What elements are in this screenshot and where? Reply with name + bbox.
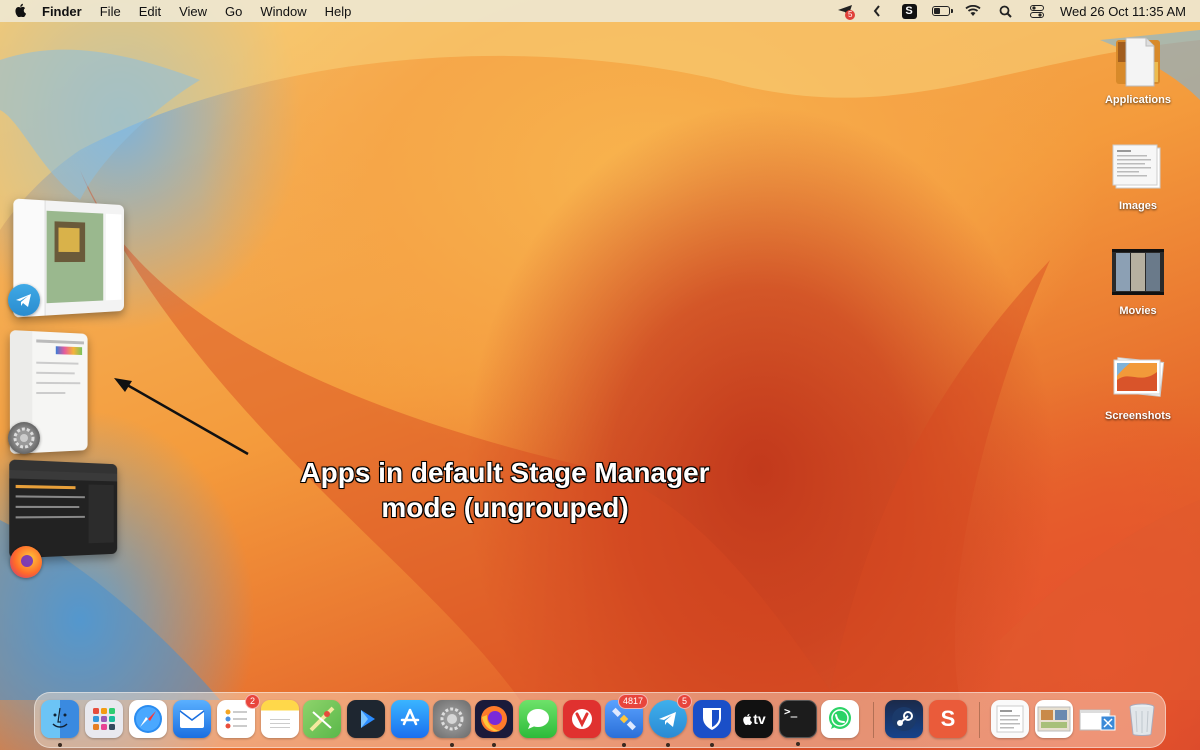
menu-file[interactable]: File [91, 4, 130, 19]
control-center-icon[interactable] [1028, 3, 1046, 19]
desktop-item-label: Screenshots [1104, 410, 1172, 422]
menu-bar: Finder File Edit View Go Window Help 5 S… [0, 0, 1200, 22]
reminders-badge: 2 [244, 694, 260, 709]
desktop-item-label: Images [1119, 200, 1157, 212]
stage-manager-telegram[interactable] [8, 198, 133, 320]
s-app-letter: S [901, 3, 917, 19]
launchpad-icon[interactable] [85, 700, 123, 738]
battery-icon[interactable] [932, 3, 954, 19]
trash-icon[interactable] [1123, 700, 1161, 738]
desktop-item-applications[interactable]: Applications [1095, 34, 1181, 106]
desktop-item-movies[interactable]: Movies [1095, 245, 1181, 317]
menu-edit[interactable]: Edit [130, 4, 170, 19]
desktop-item-screenshots[interactable]: Screenshots [1095, 350, 1181, 422]
wifi-icon[interactable] [964, 3, 982, 19]
whatsapp-icon[interactable] [821, 700, 859, 738]
desktop-item-images[interactable]: Images [1095, 140, 1181, 212]
annotation-arrow [114, 378, 249, 456]
finder-icon[interactable] [41, 700, 79, 747]
steam-icon[interactable] [885, 700, 923, 738]
stage-manager-firefox[interactable] [6, 459, 126, 580]
documents-stack-icon[interactable] [991, 700, 1029, 738]
s-app-letter: S [940, 706, 956, 731]
menu-view[interactable]: View [170, 4, 216, 19]
search-icon[interactable] [996, 3, 1014, 19]
menu-window[interactable]: Window [251, 4, 315, 19]
apple-logo-icon[interactable] [0, 3, 40, 20]
mail-icon[interactable] [173, 700, 211, 738]
screenshots-folder-icon [1110, 350, 1166, 406]
running-indicator [492, 743, 496, 747]
status-area: 5 S Wed 26 Oct 11:35 AM [836, 3, 1200, 20]
running-indicator [710, 743, 714, 747]
terminal-prompt: >_ [784, 705, 798, 718]
maps-icon[interactable] [303, 700, 341, 738]
messages-icon[interactable] [519, 700, 557, 738]
satellite-icon[interactable]: 4817 [605, 694, 648, 747]
paper-plane-status-icon[interactable]: 5 [836, 3, 856, 20]
system-settings-icon [8, 422, 40, 454]
document-folder-icon [1110, 34, 1166, 90]
terminal-icon[interactable]: >_ [779, 700, 817, 746]
running-indicator [666, 743, 670, 747]
desktop-item-label: Applications [1104, 94, 1171, 106]
chevron-left-icon[interactable] [868, 3, 886, 19]
stage-manager-system-settings[interactable] [6, 330, 96, 455]
menu-clock[interactable]: Wed 26 Oct 11:35 AM [1060, 4, 1186, 19]
telegram-icon[interactable]: 5 [649, 694, 692, 747]
annotation-line-1: Apps in default Stage Manager [300, 456, 711, 489]
annotation-text: Apps in default Stage Manager mode (ungr… [270, 455, 740, 525]
apple-tv-icon[interactable]: tv [735, 700, 773, 738]
menu-help[interactable]: Help [316, 4, 361, 19]
telegram-badge: 5 [676, 694, 692, 709]
status-notification-badge: 5 [845, 10, 856, 20]
firefox-icon [10, 546, 42, 578]
screenshots-stack-icon[interactable] [1035, 700, 1073, 738]
bitwarden-icon[interactable] [693, 700, 731, 747]
movies-folder-icon [1110, 245, 1166, 301]
annotation-line-2: mode (ungrouped) [381, 491, 630, 524]
notes-icon[interactable] [261, 700, 299, 738]
system-settings-icon[interactable] [433, 700, 471, 747]
images-folder-icon [1110, 140, 1166, 196]
running-indicator [58, 743, 62, 747]
running-indicator [796, 742, 800, 746]
reminders-icon[interactable]: 2 [217, 694, 260, 738]
firefox-icon[interactable] [475, 700, 513, 747]
dock-separator [873, 702, 874, 738]
vivaldi-icon[interactable] [563, 700, 601, 738]
play-icon[interactable] [347, 700, 385, 738]
safari-icon[interactable] [129, 700, 167, 738]
running-indicator [622, 743, 626, 747]
news-badge: 4817 [617, 694, 648, 709]
apple-tv-label: tv [753, 711, 766, 727]
menu-go[interactable]: Go [216, 4, 251, 19]
telegram-icon [8, 284, 40, 316]
firefox-window-thumbnail [9, 459, 118, 559]
s-app-status-icon[interactable]: S [900, 3, 918, 19]
running-indicator [450, 743, 454, 747]
app-store-icon[interactable] [391, 700, 429, 738]
menu-app-name[interactable]: Finder [40, 4, 91, 19]
desktop-item-label: Movies [1119, 305, 1157, 317]
window-stack-icon[interactable] [1079, 700, 1117, 738]
dock-separator [979, 702, 980, 738]
s-app-icon[interactable]: S [929, 700, 967, 738]
